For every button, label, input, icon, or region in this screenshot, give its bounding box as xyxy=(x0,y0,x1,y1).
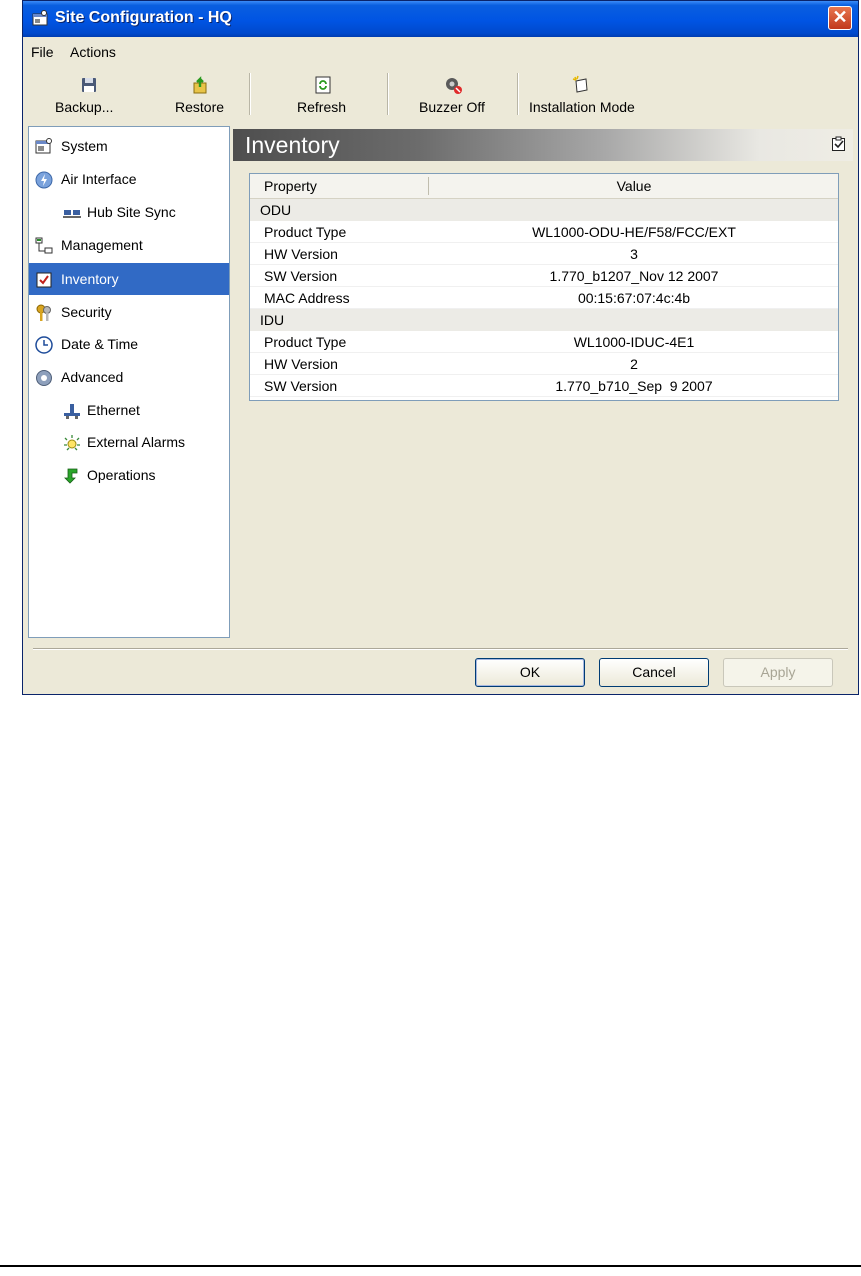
table-row[interactable]: MAC Address 00:15:67:07:4c:4b xyxy=(250,287,838,309)
inventory-icon xyxy=(36,272,52,288)
toolbar: Backup... Restore Refresh Buzzer Off Ins… xyxy=(23,65,858,123)
security-keys-icon xyxy=(36,304,51,321)
ethernet-icon xyxy=(64,404,80,419)
table-row[interactable]: Product Type WL1000-IDUC-4E1 xyxy=(250,331,838,353)
section-title: Inventory xyxy=(245,132,340,158)
table-group-idu: IDU xyxy=(250,309,838,331)
tree-item-external-alarms[interactable]: External Alarms xyxy=(29,427,229,457)
toolbar-separator xyxy=(249,73,251,115)
refresh-icon xyxy=(315,76,331,94)
column-divider[interactable] xyxy=(428,177,429,195)
inventory-table: Property Value ODU Product Type WL1000-O… xyxy=(249,173,839,401)
air-interface-icon xyxy=(35,171,53,189)
tree-item-management[interactable]: Management xyxy=(29,230,229,260)
tree-item-date-time[interactable]: Date & Time xyxy=(29,329,229,359)
cancel-button[interactable]: Cancel xyxy=(599,658,709,687)
inventory-check-icon xyxy=(832,136,845,151)
table-row[interactable]: HW Version 2 xyxy=(250,353,838,375)
apply-button[interactable]: Apply xyxy=(723,658,833,687)
table-row[interactable]: HW Version 3 xyxy=(250,243,838,265)
menu-actions[interactable]: Actions xyxy=(70,44,116,60)
table-header: Property Value xyxy=(250,174,838,199)
column-header-property[interactable]: Property xyxy=(264,178,317,194)
backup-button[interactable]: Backup... xyxy=(51,73,121,121)
management-icon xyxy=(35,237,53,254)
window-title: Site Configuration - HQ xyxy=(55,9,232,26)
toolbar-separator xyxy=(517,73,519,115)
restore-button[interactable]: Restore xyxy=(171,73,237,121)
tree-item-ethernet[interactable]: Ethernet xyxy=(29,395,229,425)
alarm-icon xyxy=(64,435,80,451)
hub-site-sync-icon xyxy=(63,210,81,218)
table-row[interactable]: SW Version 1.770_b710_Sep 9 2007 xyxy=(250,375,838,397)
clock-icon xyxy=(35,336,53,354)
content-panel: Inventory Property Value ODU Product Typ… xyxy=(233,129,853,639)
table-row[interactable]: SW Version 1.770_b1207_Nov 12 2007 xyxy=(250,265,838,287)
tree-item-advanced[interactable]: Advanced xyxy=(29,362,229,392)
gear-icon xyxy=(36,370,52,386)
table-row[interactable]: Product Type WL1000-ODU-HE/F58/FCC/EXT xyxy=(250,221,838,243)
restore-icon xyxy=(193,76,207,94)
green-arrow-icon xyxy=(64,468,78,484)
section-header: Inventory xyxy=(233,129,853,161)
system-icon xyxy=(35,138,52,154)
tree-item-security[interactable]: Security xyxy=(29,297,229,327)
table-group-odu: ODU xyxy=(250,199,838,221)
title-bar[interactable]: Site Configuration - HQ ✕ xyxy=(23,1,858,37)
buzzer-off-icon xyxy=(446,78,462,94)
menu-bar: File Actions xyxy=(23,39,858,63)
close-button[interactable]: ✕ xyxy=(828,6,852,30)
bottom-separator xyxy=(33,648,848,650)
site-configuration-window: Site Configuration - HQ ✕ File Actions B… xyxy=(22,0,859,695)
toolbar-separator xyxy=(387,73,389,115)
tree-item-system[interactable]: System xyxy=(29,131,229,161)
refresh-button[interactable]: Refresh xyxy=(291,73,355,121)
ok-button[interactable]: OK xyxy=(475,658,585,687)
tree-item-inventory[interactable]: Inventory xyxy=(29,263,229,295)
buzzer-off-button[interactable]: Buzzer Off xyxy=(415,73,491,121)
column-header-value[interactable]: Value xyxy=(430,178,838,194)
navigation-tree: System Air Interface Hub Site Sync Manag… xyxy=(28,126,230,638)
installation-mode-icon xyxy=(572,75,588,93)
tree-item-air-interface[interactable]: Air Interface xyxy=(29,164,229,194)
tree-item-operations[interactable]: Operations xyxy=(29,460,229,490)
tree-item-hub-site-sync[interactable]: Hub Site Sync xyxy=(29,197,229,227)
menu-file[interactable]: File xyxy=(31,44,54,60)
installation-mode-button[interactable]: Installation Mode xyxy=(527,73,639,121)
page-divider-line xyxy=(0,1265,861,1267)
site-config-icon xyxy=(32,10,48,26)
close-icon: ✕ xyxy=(832,7,848,27)
floppy-disk-icon xyxy=(82,78,96,92)
